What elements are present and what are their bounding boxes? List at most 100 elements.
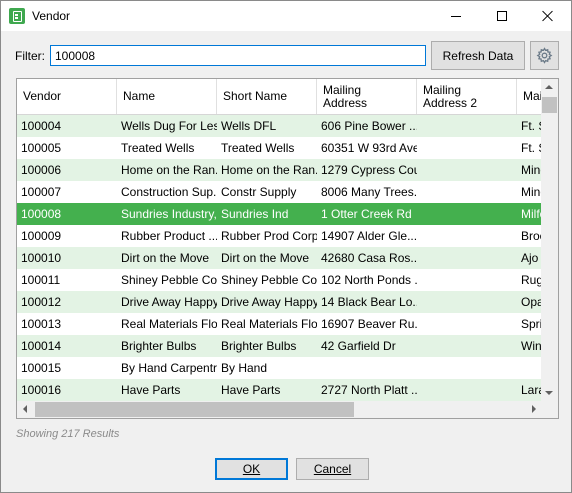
table-row[interactable]: 100016 Have Parts Have Parts 2727 North Pla… xyxy=(17,379,542,401)
cell-vendor: 100004 xyxy=(21,119,62,133)
scrollbar-corner xyxy=(541,401,558,418)
cell-short-name: Constr Supply xyxy=(221,185,297,199)
cell-mailing-address: 16907 Beaver Ru... xyxy=(321,317,417,331)
column-header-mailing-city[interactable]: Mail xyxy=(517,79,542,114)
horizontal-scroll-thumb[interactable] xyxy=(35,402,354,417)
ok-button-label: OK xyxy=(242,462,261,476)
cell-mailing-address-2 xyxy=(417,247,517,269)
cell-short-name: Sundries Ind xyxy=(221,207,289,221)
cell-short-name: Rubber Prod Corp xyxy=(221,229,317,243)
cell-mailing-address xyxy=(317,357,417,379)
vertical-scroll-thumb[interactable] xyxy=(542,97,557,113)
title-bar[interactable]: Vendor xyxy=(1,1,571,31)
table-row[interactable]: 100012 Drive Away Happy Drive Away Happy 14… xyxy=(17,291,542,313)
maximize-button[interactable] xyxy=(479,1,525,31)
vendor-grid[interactable]: Vendor Name Short Name Mailing Address Maili… xyxy=(16,78,559,419)
cell-mailing-address-2 xyxy=(417,115,517,137)
cell-short-name: By Hand xyxy=(221,361,268,375)
cell-mailing-address-2 xyxy=(417,225,517,247)
cell-mailing-city: Milfo xyxy=(521,207,542,221)
vertical-scrollbar[interactable] xyxy=(541,79,558,401)
column-header-vendor[interactable]: Vendor xyxy=(17,79,117,114)
cell-vendor: 100014 xyxy=(21,339,62,353)
filter-input[interactable] xyxy=(50,45,426,66)
scroll-left-arrow-icon[interactable] xyxy=(23,405,27,413)
cell-mailing-address-2 xyxy=(417,137,517,159)
horizontal-scrollbar[interactable] xyxy=(17,401,542,418)
table-row[interactable]: 100008 Sundries Industry,... Sundries Ind 1… xyxy=(17,203,542,225)
cell-mailing-address-2 xyxy=(417,335,517,357)
table-row[interactable]: 100006 Home on the Ran... Home on the Ran.… xyxy=(17,159,542,181)
cell-mailing-city: Rugb xyxy=(521,273,542,287)
cell-vendor: 100007 xyxy=(21,185,62,199)
column-header-mailing-address[interactable]: Mailing Address xyxy=(317,79,417,114)
cell-short-name: Real Materials Flo... xyxy=(221,317,317,331)
cell-name: Sundries Industry,... xyxy=(121,207,217,221)
cell-name: Construction Sup... xyxy=(121,185,217,199)
cell-vendor: 100010 xyxy=(21,251,62,265)
column-header-mailing-address-2[interactable]: Mailing Address 2 xyxy=(417,79,517,114)
cell-mailing-address-2 xyxy=(417,313,517,335)
cancel-button-label: Cancel xyxy=(313,462,352,476)
cell-short-name: Dirt on the Move xyxy=(221,251,310,265)
cell-mailing-address: 42 Garfield Dr xyxy=(321,339,396,353)
cell-mailing-address: 2727 North Platt ... xyxy=(321,383,417,397)
cell-vendor: 100015 xyxy=(21,361,62,375)
filter-label: Filter: xyxy=(15,49,45,63)
cell-name: Treated Wells xyxy=(121,141,195,155)
cell-vendor: 100009 xyxy=(21,229,62,243)
table-row[interactable]: 100014 Brighter Bulbs Brighter Bulbs 42 Gar… xyxy=(17,335,542,357)
vendor-app-icon xyxy=(9,8,25,24)
cell-mailing-address-2 xyxy=(417,159,517,181)
cell-mailing-city: Mino xyxy=(521,185,542,199)
cell-mailing-address: 14907 Alder Gle... xyxy=(321,229,417,243)
scroll-up-arrow-icon[interactable] xyxy=(545,85,553,89)
cell-short-name: Have Parts xyxy=(221,383,281,397)
close-button[interactable] xyxy=(525,1,571,31)
table-row[interactable]: 100010 Dirt on the Move Dirt on the Move 42… xyxy=(17,247,542,269)
cell-name: Drive Away Happy xyxy=(121,295,217,309)
scroll-down-arrow-icon[interactable] xyxy=(545,391,553,395)
cancel-button[interactable]: Cancel xyxy=(296,458,369,480)
cell-mailing-address: 102 North Ponds ... xyxy=(321,273,417,287)
table-row[interactable]: 100009 Rubber Product ... Rubber Prod Corp… xyxy=(17,225,542,247)
cell-vendor: 100006 xyxy=(21,163,62,177)
cell-name: Wells Dug For Less xyxy=(121,119,217,133)
minimize-icon xyxy=(451,15,461,17)
minimize-button[interactable] xyxy=(433,1,479,31)
cell-vendor: 100012 xyxy=(21,295,62,309)
maximize-icon xyxy=(497,11,507,21)
cell-name: Dirt on the Move xyxy=(121,251,210,265)
table-row[interactable]: 100015 By Hand Carpentry By Hand xyxy=(17,357,542,379)
cell-vendor: 100005 xyxy=(21,141,62,155)
results-count: Showing 217 Results xyxy=(16,428,120,440)
cell-mailing-address-2 xyxy=(417,181,517,203)
cell-vendor: 100013 xyxy=(21,317,62,331)
cell-name: Home on the Ran... xyxy=(121,163,217,177)
cell-mailing-city: Ft. S xyxy=(521,141,542,155)
table-row[interactable]: 100013 Real Materials Flo... Real Material… xyxy=(17,313,542,335)
cell-name: Real Materials Flo... xyxy=(121,317,217,331)
cell-mailing-address-2 xyxy=(417,357,517,379)
grid-header: Vendor Name Short Name Mailing Address Maili… xyxy=(17,79,542,115)
column-header-name[interactable]: Name xyxy=(117,79,217,114)
cell-mailing-city: Broc xyxy=(521,229,542,243)
table-row[interactable]: 100011 Shiney Pebble Co... Shiney Pebble C… xyxy=(17,269,542,291)
cell-mailing-address-2 xyxy=(417,269,517,291)
ok-button[interactable]: OK xyxy=(215,458,288,480)
scroll-right-arrow-icon[interactable] xyxy=(532,405,536,413)
cell-mailing-address: 60351 W 93rd Ave xyxy=(321,141,417,155)
cell-mailing-city: Ajo xyxy=(521,251,539,265)
refresh-data-button[interactable]: Refresh Data xyxy=(431,41,525,70)
cell-mailing-address: 1 Otter Creek Rd xyxy=(321,207,412,221)
cell-mailing-city: Opal xyxy=(521,295,542,309)
cell-name: Brighter Bulbs xyxy=(121,339,197,353)
table-row[interactable]: 100004 Wells Dug For Less Wells DFL 606 Pin… xyxy=(17,115,542,137)
cell-mailing-address: 8006 Many Trees... xyxy=(321,185,417,199)
table-row[interactable]: 100007 Construction Sup... Constr Supply 80… xyxy=(17,181,542,203)
settings-button[interactable] xyxy=(530,41,559,70)
cell-vendor: 100016 xyxy=(21,383,62,397)
cell-mailing-address: 14 Black Bear Lo... xyxy=(321,295,417,309)
table-row[interactable]: 100005 Treated Wells Treated Wells 60351 W … xyxy=(17,137,542,159)
column-header-short-name[interactable]: Short Name xyxy=(217,79,317,114)
